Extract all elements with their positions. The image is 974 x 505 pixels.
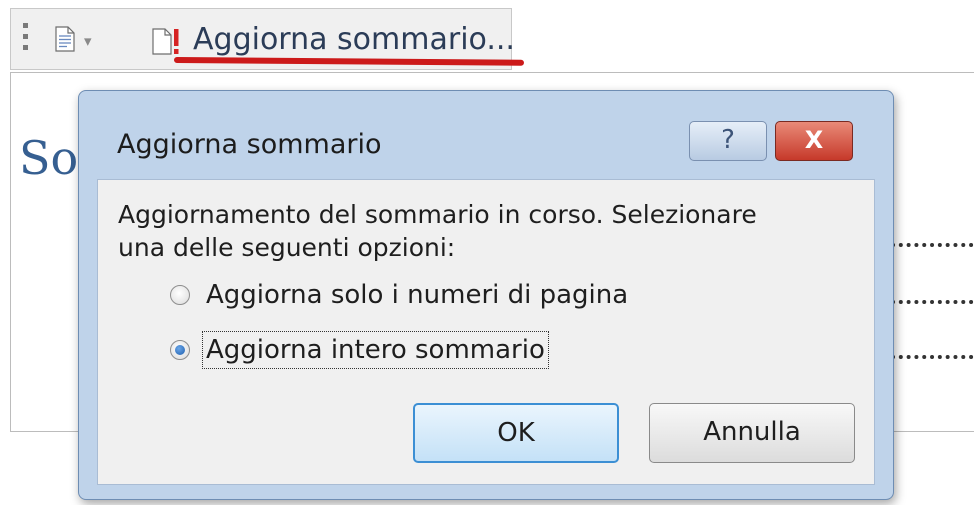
toc-leader-dots [891, 300, 974, 304]
toc-leader-dots [891, 355, 974, 359]
chevron-down-icon[interactable]: ▾ [84, 31, 92, 51]
dialog-title: Aggiorna sommario [117, 129, 382, 160]
option-entire-table[interactable]: Aggiorna intero sommario [170, 330, 549, 370]
update-toc-dialog: Aggiorna sommario ? X Aggiornamento del … [78, 90, 894, 500]
help-button[interactable]: ? [689, 121, 767, 161]
radio-page-numbers-only[interactable] [170, 285, 190, 305]
radio-entire-table[interactable] [170, 340, 190, 360]
option-page-numbers-only[interactable]: Aggiorna solo i numeri di pagina [170, 275, 630, 315]
grip-icon[interactable] [23, 23, 29, 57]
help-icon: ? [721, 125, 735, 155]
document-icon[interactable] [55, 26, 75, 52]
update-toc-label: Aggiorna sommario... [193, 22, 515, 57]
word-window: ▾ Aggiorna sommario... So Aggiorna somma… [0, 0, 974, 505]
option-label[interactable]: Aggiorna solo i numeri di pagina [204, 278, 630, 312]
update-toc-icon [152, 28, 179, 55]
message-line: una delle seguenti opzioni: [118, 233, 456, 262]
toc-leader-dots [891, 243, 974, 247]
close-button[interactable]: X [775, 121, 853, 161]
option-label[interactable]: Aggiorna intero sommario [202, 331, 549, 369]
close-icon: X [804, 126, 824, 154]
cancel-button[interactable]: Annulla [649, 403, 855, 463]
update-toc-button[interactable]: Aggiorna sommario... [145, 15, 515, 63]
ok-button[interactable]: OK [413, 403, 619, 463]
toc-heading: So [19, 131, 79, 185]
message-line: Aggiornamento del sommario in corso. Sel… [118, 200, 757, 229]
dialog-message: Aggiornamento del sommario in corso. Sel… [118, 198, 858, 264]
